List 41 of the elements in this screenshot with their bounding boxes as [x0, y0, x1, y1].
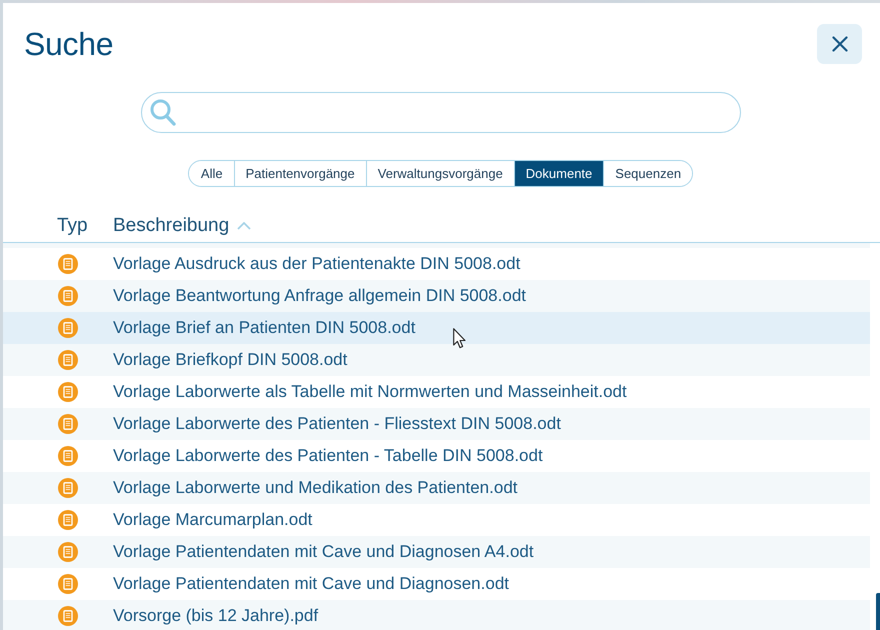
document-icon [58, 510, 78, 530]
description-cell: Vorlage Laborwerte als Tabelle mit Normwerten und Masseinheit.odt [113, 382, 627, 402]
document-icon [58, 542, 78, 562]
column-header[interactable]: Beschreibung [113, 215, 230, 237]
description-cell: Vorlage Laborwerte des Patienten - Tabelle DIN 5008.odt [113, 446, 543, 466]
document-icon [58, 254, 78, 274]
description-cell: Vorsorge (bis 12 Jahre).pdf [113, 606, 318, 626]
column-header[interactable]: Typ [57, 215, 88, 237]
result-row[interactable]: Vorlage Marcumarplan.odt [3, 504, 870, 536]
description-cell: Vorlage Patientendaten mit Cave und Diagnosen A4.odt [113, 542, 534, 562]
filter-tab[interactable]: Sequenzen [603, 161, 692, 186]
description-cell: Vorlage Patientendaten mit Cave und Diagnosen.odt [113, 574, 509, 594]
document-icon [58, 350, 78, 370]
description-cell: Vorlage Beantwortung Anfrage allgemein DIN 5008.odt [113, 286, 526, 306]
result-row[interactable]: Vorlage Ausdruck aus der Patientenakte DIN 5008.odt [3, 248, 870, 280]
dialog-title: Suche [24, 25, 114, 64]
document-icon [58, 414, 78, 434]
scrollbar-thumb[interactable] [876, 593, 880, 630]
close-button[interactable] [817, 24, 862, 64]
search-icon [150, 99, 176, 126]
document-icon [58, 382, 78, 402]
result-row[interactable]: Vorlage Laborwerte des Patienten - Tabelle DIN 5008.odt [3, 440, 870, 472]
description-cell: Vorlage Ausdruck aus der Patientenakte DIN 5008.odt [113, 254, 520, 274]
document-icon [58, 606, 78, 626]
result-row[interactable]: Vorlage Patientendaten mit Cave und Diagnosen.odt [3, 568, 870, 600]
search-field[interactable] [140, 92, 740, 133]
sort-chevron-icon[interactable] [237, 222, 252, 230]
document-icon [58, 574, 78, 594]
description-cell: Vorlage Brief an Patienten DIN 5008.odt [113, 318, 416, 338]
close-icon [832, 36, 848, 52]
mouse-pointer-icon [453, 328, 466, 349]
filter-tab[interactable]: Dokumente [514, 161, 604, 186]
document-icon [58, 478, 78, 498]
document-icon [58, 446, 78, 466]
document-icon [58, 286, 78, 306]
result-row[interactable]: Vorlage Laborwerte als Tabelle mit Normwerten und Masseinheit.odt [3, 376, 870, 408]
description-cell: Vorlage Marcumarplan.odt [113, 510, 312, 530]
description-cell: Vorlage Laborwerte des Patienten - Fliesstext DIN 5008.odt [113, 414, 561, 434]
description-cell: Vorlage Briefkopf DIN 5008.odt [113, 350, 348, 370]
document-icon [58, 318, 78, 338]
description-cell: Vorlage Laborwerte und Medikation des Patienten.odt [113, 478, 518, 498]
